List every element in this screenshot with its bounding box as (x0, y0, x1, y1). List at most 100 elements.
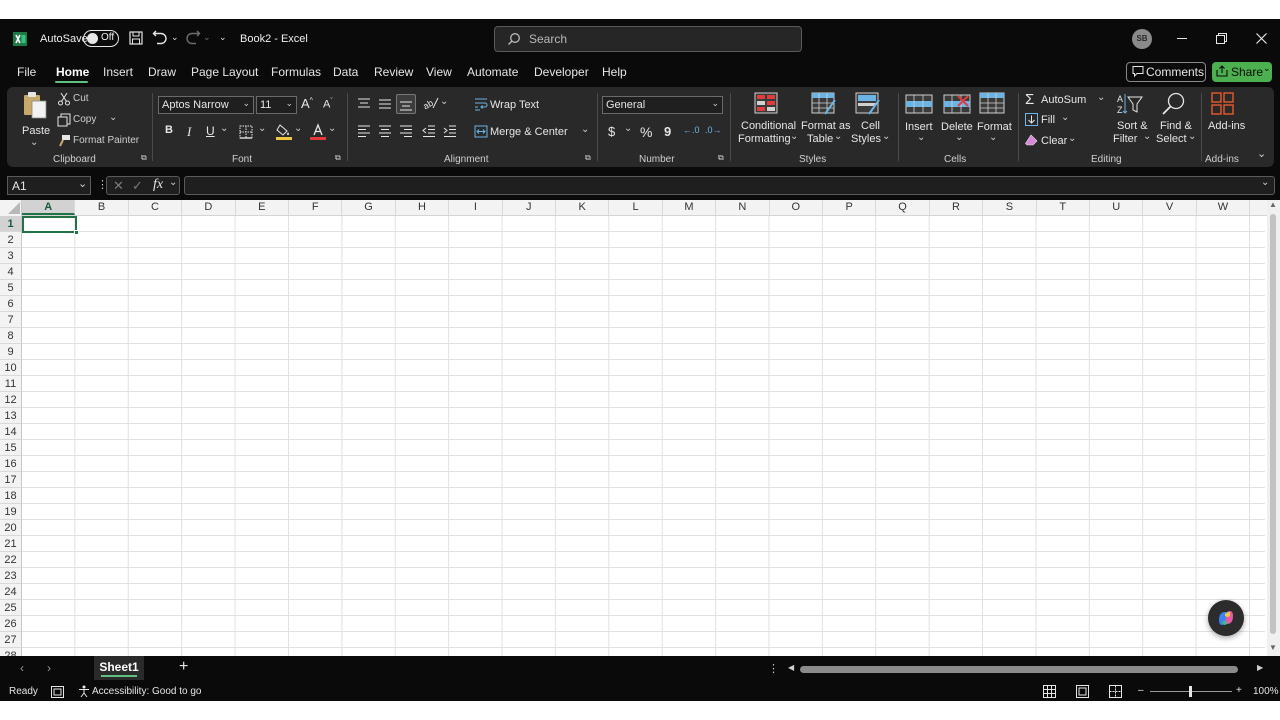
row-header-10[interactable]: 10 (0, 360, 22, 376)
delete-cells-button[interactable]: Delete ⌄ (939, 92, 977, 150)
orientation-icon[interactable]: ab (421, 96, 439, 113)
decrease-font-icon[interactable]: Aˇ (323, 98, 333, 111)
decrease-decimal-icon[interactable]: .0→ (705, 125, 722, 135)
align-right-icon[interactable] (399, 125, 413, 140)
alignment-launcher-icon[interactable]: ⧉ (585, 153, 591, 163)
font-launcher-icon[interactable]: ⧉ (335, 153, 341, 163)
customize-qat-icon[interactable]: ⌄ (219, 32, 227, 43)
column-header-j[interactable]: J (503, 200, 556, 215)
cell-styles-button[interactable]: Cell Styles ⌄ (847, 92, 891, 150)
row-header-7[interactable]: 7 (0, 312, 22, 328)
fill-color-chevron-icon[interactable]: ⌄ (294, 123, 302, 134)
format-cells-button[interactable]: Format ⌄ (975, 92, 1012, 150)
format-as-table-button[interactable]: Format as Table ⌄ (799, 92, 851, 150)
font-family-select[interactable]: Aptos Narrow ⌄ (158, 96, 254, 114)
minimize-icon[interactable] (1177, 38, 1187, 39)
autosum-chevron-icon[interactable]: ⌄ (1097, 92, 1105, 103)
row-header-6[interactable]: 6 (0, 296, 22, 312)
number-launcher-icon[interactable]: ⧉ (718, 153, 724, 163)
merge-chevron-icon[interactable]: ⌄ (581, 124, 589, 135)
redo-icon[interactable] (185, 30, 201, 49)
bold-button[interactable]: B (165, 124, 173, 136)
undo-dropdown-icon[interactable]: ⌄ (171, 32, 179, 43)
scroll-down-icon[interactable]: ▼ (1269, 643, 1277, 652)
accessibility-status[interactable]: Accessibility: Good to go (92, 686, 202, 697)
fx-chevron-icon[interactable]: ⌄ (169, 177, 177, 188)
worksheet[interactable]: ABCDEFGHIJKLMNOPQRSTUVW 1 2 3 4 5 6 7 8 9 10 11 12 1… (0, 200, 1280, 656)
orientation-chevron-icon[interactable]: ⌄ (440, 96, 448, 107)
column-header-w[interactable]: W (1197, 200, 1251, 215)
macro-record-icon[interactable] (51, 686, 64, 701)
active-cell-a1[interactable] (22, 216, 79, 235)
row-header-16[interactable]: 16 (0, 456, 22, 472)
column-header-c[interactable]: C (129, 200, 183, 215)
column-header-u[interactable]: U (1090, 200, 1144, 215)
zoom-slider-thumb[interactable] (1189, 686, 1192, 697)
row-header-22[interactable]: 22 (0, 552, 22, 568)
row-header-14[interactable]: 14 (0, 424, 22, 440)
scroll-left-icon[interactable]: ◀ (788, 663, 794, 672)
close-icon[interactable] (1256, 33, 1267, 47)
column-header-r[interactable]: R (930, 200, 984, 215)
autosave-toggle[interactable]: Off (83, 30, 119, 47)
borders-icon[interactable] (239, 125, 253, 142)
row-header-21[interactable]: 21 (0, 536, 22, 552)
row-header-3[interactable]: 3 (0, 248, 22, 264)
page-break-view-icon[interactable] (1109, 685, 1122, 701)
underline-button[interactable]: U (206, 124, 215, 138)
tab-home[interactable]: Home (56, 65, 89, 79)
column-header-q[interactable]: Q (876, 200, 930, 215)
tab-review[interactable]: Review (374, 65, 413, 79)
share-chevron-icon[interactable]: ⌄ (1263, 63, 1271, 74)
font-color-icon[interactable] (310, 123, 326, 143)
tab-help[interactable]: Help (602, 65, 627, 79)
vertical-scroll-thumb[interactable] (1270, 214, 1276, 634)
column-header-e[interactable]: E (236, 200, 289, 215)
currency-chevron-icon[interactable]: ⌄ (624, 123, 632, 134)
comments-button[interactable]: Comments (1126, 62, 1206, 82)
column-header-a[interactable]: A (22, 200, 76, 215)
select-all-corner[interactable] (0, 200, 22, 216)
save-icon[interactable] (129, 31, 143, 48)
share-button[interactable]: Share ⌄ (1212, 62, 1272, 82)
increase-font-icon[interactable]: A^ (301, 96, 313, 111)
column-header-n[interactable]: N (716, 200, 770, 215)
tab-file[interactable]: File (17, 65, 36, 79)
copilot-button[interactable] (1208, 600, 1244, 636)
sort-filter-button[interactable]: AZ Sort & Filter ⌄ (1111, 92, 1151, 150)
row-header-4[interactable]: 4 (0, 264, 22, 280)
scroll-up-icon[interactable]: ▲ (1269, 200, 1277, 209)
borders-chevron-icon[interactable]: ⌄ (258, 123, 266, 134)
increase-decimal-icon[interactable]: ←.0 (683, 125, 700, 135)
zoom-in-icon[interactable]: + (1236, 685, 1242, 696)
row-header-26[interactable]: 26 (0, 616, 22, 632)
row-header-8[interactable]: 8 (0, 328, 22, 344)
row-header-18[interactable]: 18 (0, 488, 22, 504)
row-header-1[interactable]: 1 (0, 216, 22, 232)
undo-icon[interactable] (152, 30, 168, 49)
column-header-v[interactable]: V (1143, 200, 1197, 215)
fill-color-icon[interactable] (276, 123, 292, 143)
column-header-s[interactable]: S (983, 200, 1037, 215)
cancel-icon[interactable]: ✕ (113, 178, 124, 194)
column-header-m[interactable]: M (663, 200, 717, 215)
clear-chevron-icon[interactable]: ⌄ (1068, 133, 1076, 144)
expand-formula-icon[interactable]: ⌄ (1261, 177, 1269, 188)
underline-chevron-icon[interactable]: ⌄ (220, 123, 228, 134)
tab-formulas[interactable]: Formulas (271, 65, 321, 79)
name-box[interactable]: A1 ⌄ (7, 176, 91, 195)
tab-splitter-icon[interactable]: ⋮ (768, 662, 779, 675)
prev-sheet-icon[interactable]: ‹ (20, 661, 24, 675)
chevron-down-icon[interactable]: ⌄ (78, 177, 87, 190)
avatar[interactable]: SB (1132, 29, 1152, 49)
row-header-13[interactable]: 13 (0, 408, 22, 424)
zoom-out-icon[interactable]: – (1138, 685, 1144, 696)
formula-input[interactable]: ⌄ (184, 176, 1275, 195)
paste-button[interactable]: Paste ⌄ (19, 91, 50, 149)
row-header-20[interactable]: 20 (0, 520, 22, 536)
row-header-5[interactable]: 5 (0, 280, 22, 296)
scroll-right-icon[interactable]: ▶ (1257, 663, 1263, 672)
tab-developer[interactable]: Developer (534, 65, 589, 79)
column-header-f[interactable]: F (289, 200, 343, 215)
row-header-25[interactable]: 25 (0, 600, 22, 616)
